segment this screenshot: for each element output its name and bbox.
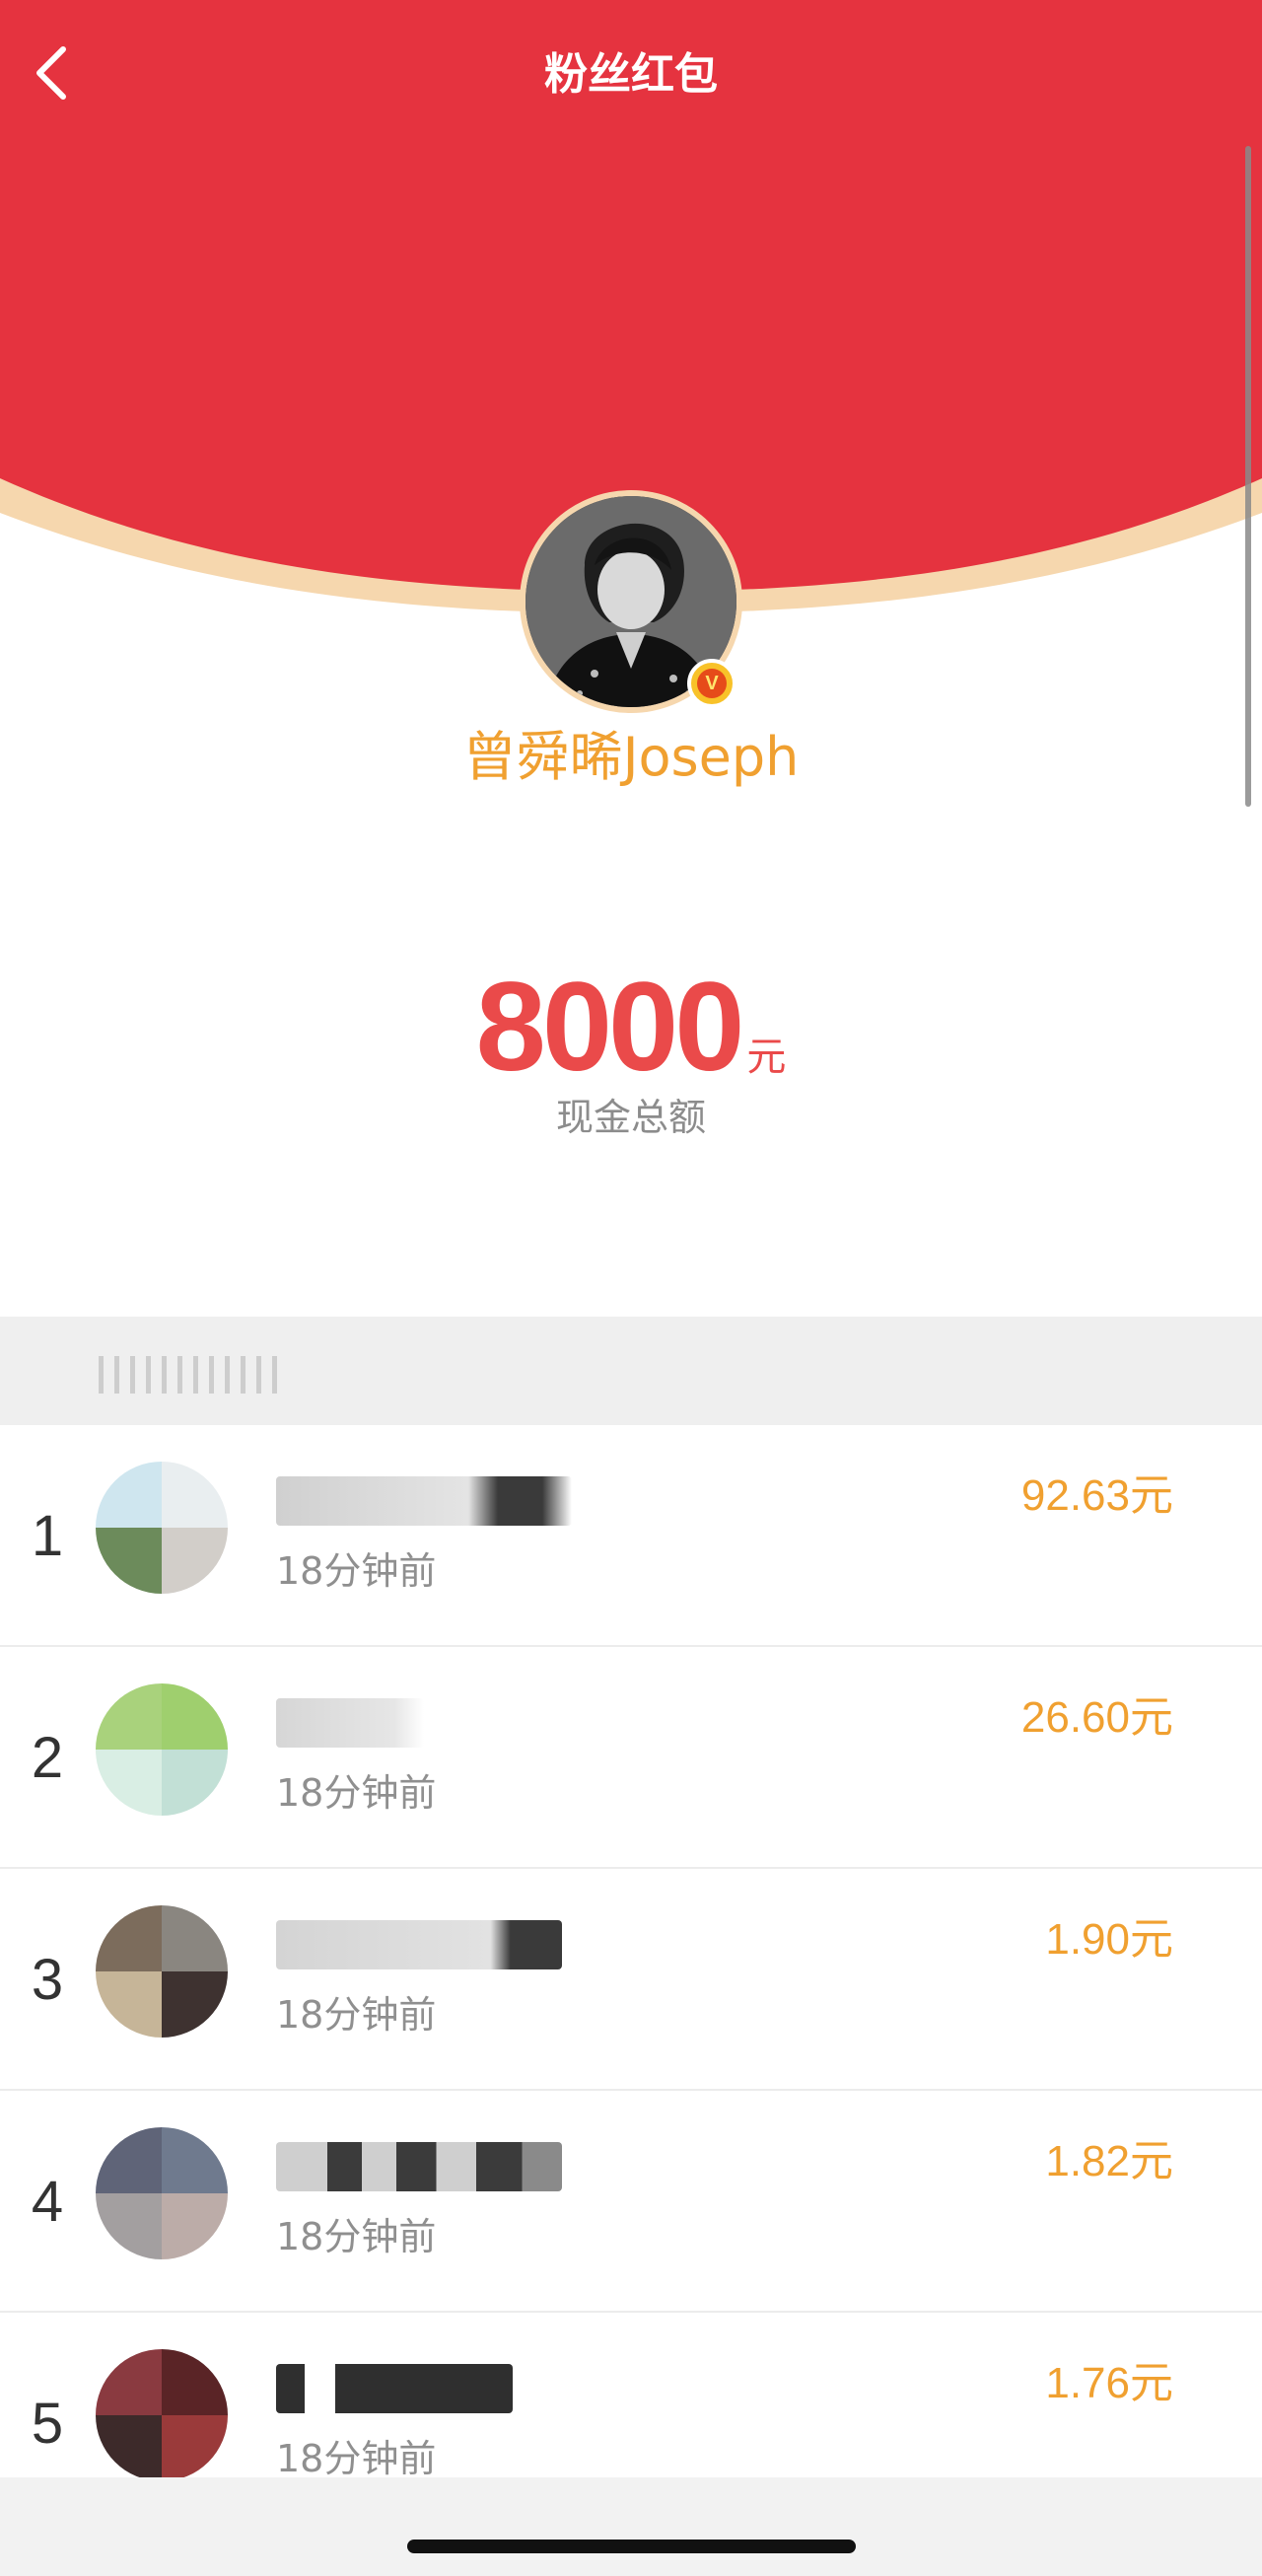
total-amount-unit: 元 (746, 1035, 787, 1080)
recipient-amount: 1.90元 (1045, 1915, 1173, 1964)
verified-badge: V (687, 659, 736, 708)
rank-number: 2 (31, 1726, 64, 1790)
avatar-mosaic (96, 1462, 228, 1594)
creator-name[interactable]: 曾舜晞Joseph (0, 718, 1262, 797)
recipient-time: 18分钟前 (276, 1993, 437, 2037)
avatar-mosaic (96, 1683, 228, 1816)
rank-number: 1 (31, 1504, 64, 1568)
recipient-avatar[interactable] (96, 2349, 228, 2481)
total-amount-value: 8000 (475, 957, 745, 1098)
recipient-name-redacted (276, 1920, 562, 1969)
recipient-time: 18分钟前 (276, 1549, 437, 1593)
recipient-amount: 26.60元 (1020, 1693, 1173, 1742)
recipient-list: 1 18分钟前 92.63元 2 18分钟前 26.60元 3 18分钟前 1.… (0, 1425, 1262, 2535)
avatar-mosaic (96, 1905, 228, 2038)
recipient-name-redacted (276, 2142, 562, 2191)
recipient-name-redacted (276, 1476, 572, 1526)
recipient-name-redacted (276, 2364, 513, 2413)
recipient-time: 18分钟前 (276, 2215, 437, 2258)
total-amount-label: 现金总额 (555, 1096, 706, 1139)
bottom-safe-area (0, 2477, 1262, 2576)
rank-number: 3 (31, 1948, 64, 2012)
total-amount: 8000 元 (0, 959, 1262, 1097)
avatar-mosaic (96, 2127, 228, 2259)
page-title: 粉丝红包 (544, 49, 718, 100)
list-item[interactable]: 3 18分钟前 1.90元 (0, 1869, 1262, 2091)
scrollbar[interactable] (1245, 146, 1251, 807)
list-item[interactable]: 2 18分钟前 26.60元 (0, 1647, 1262, 1869)
recipient-avatar[interactable] (96, 2127, 228, 2259)
list-item[interactable]: 4 18分钟前 1.82元 (0, 2091, 1262, 2313)
verified-icon: V (697, 669, 727, 698)
home-indicator[interactable] (407, 2540, 856, 2553)
section-title-redacted (99, 1356, 286, 1394)
recipient-amount: 1.82元 (1045, 2137, 1173, 2185)
recipient-avatar[interactable] (96, 1905, 228, 2038)
recipient-time: 18分钟前 (276, 1771, 437, 1815)
rank-number: 4 (31, 2170, 64, 2234)
recipient-avatar[interactable] (96, 1683, 228, 1816)
recipient-amount: 92.63元 (1020, 1471, 1173, 1520)
recipient-name-redacted (276, 1698, 424, 1748)
recipient-avatar[interactable] (96, 1462, 228, 1594)
avatar-mosaic (96, 2349, 228, 2481)
recipient-amount: 1.76元 (1045, 2359, 1173, 2407)
list-item[interactable]: 1 18分钟前 92.63元 (0, 1425, 1262, 1647)
